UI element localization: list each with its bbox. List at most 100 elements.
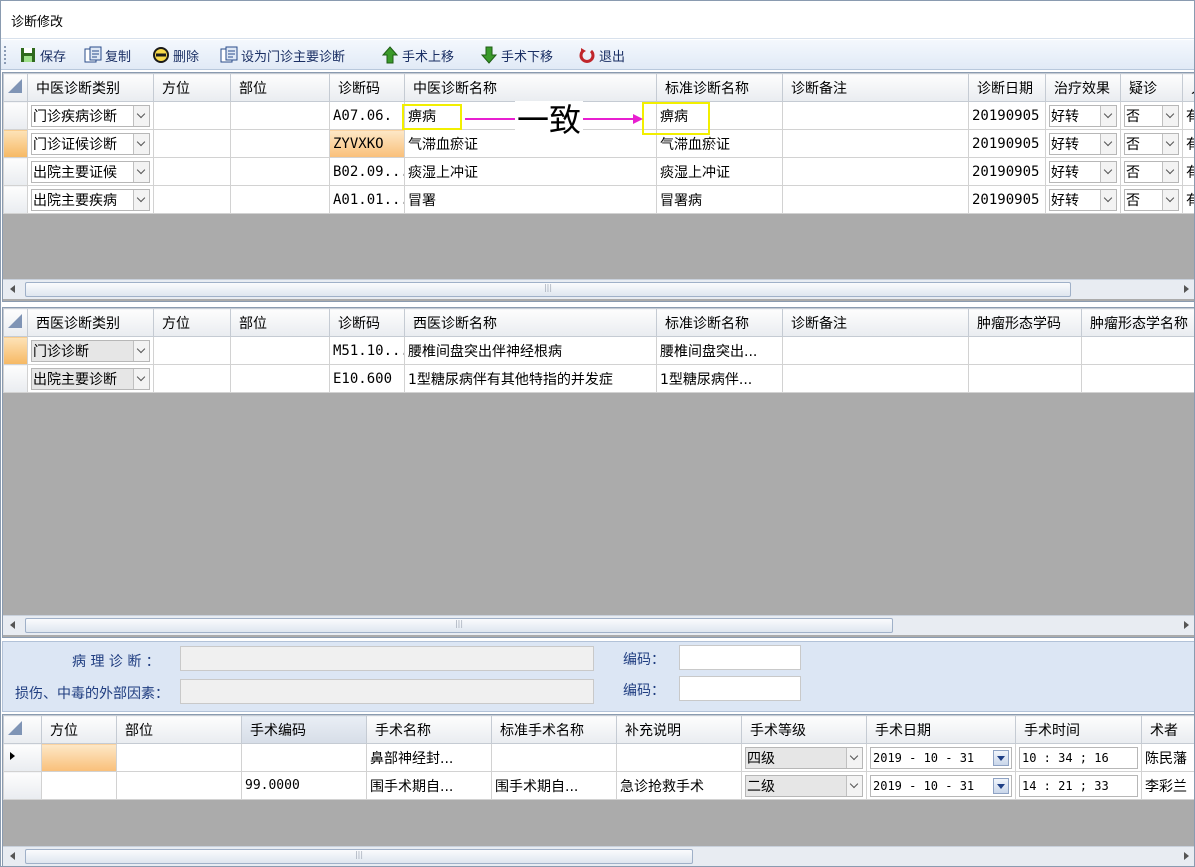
code-cell[interactable]: B02.09... [329,157,405,186]
column-header[interactable]: 治疗效果 [1045,73,1121,102]
surgery-time-cell[interactable]: 14 : 21 ; 33 [1015,771,1142,800]
suspect-dropdown[interactable]: 否 [1124,188,1179,211]
chevron-down-icon[interactable] [1162,161,1178,182]
surgery-time-cell[interactable]: 10 : 34 ; 16 [1015,743,1142,772]
date-cell[interactable]: 20190905 [968,129,1046,158]
pathology-code-input[interactable] [679,645,801,670]
table-row[interactable]: 门诊诊断 M51.10... 腰椎间盘突出伴神经根病 腰椎间盘突出... [3,336,1194,365]
chevron-down-icon[interactable] [1100,133,1116,154]
column-header[interactable]: 方位 [41,715,117,744]
code-cell[interactable]: ZYVXKO [329,129,405,158]
row-header[interactable] [3,336,28,365]
column-header[interactable]: 手术日期 [866,715,1016,744]
standard-name-cell[interactable]: 1型糖尿病伴... [656,364,783,393]
tcm-name-cell[interactable]: 痰湿上冲证 [404,157,657,186]
scroll-left-icon[interactable] [6,618,20,632]
site-cell[interactable] [230,364,330,393]
category-dropdown[interactable]: 门诊证候诊断 [31,132,150,155]
chevron-down-icon[interactable] [133,161,149,182]
category-dropdown[interactable]: 门诊诊断 [31,339,150,362]
level-cell[interactable]: 四级 [741,743,867,772]
effect-cell[interactable]: 好转 [1045,185,1121,214]
surgery-name-cell[interactable]: 围手术期自... [366,771,492,800]
suspect-cell[interactable]: 否 [1120,129,1183,158]
delete-button[interactable]: 删除 [152,44,199,66]
exit-button[interactable]: 退出 [578,44,625,66]
site-cell[interactable] [230,101,330,130]
category-dropdown[interactable]: 出院主要疾病 [31,188,150,211]
chevron-down-icon[interactable] [133,105,149,126]
code-cell[interactable]: A01.01... [329,185,405,214]
row-header[interactable] [3,771,42,800]
tumor-code-cell[interactable] [968,364,1082,393]
effect-cell[interactable]: 好转 [1045,101,1121,130]
column-header[interactable]: 标准诊断名称 [656,73,783,102]
effect-dropdown[interactable]: 好转 [1049,104,1117,127]
site-cell[interactable] [230,336,330,365]
wm-name-cell[interactable]: 1型糖尿病伴有其他特指的并发症 [404,364,657,393]
scroll-thumb[interactable] [25,282,1071,297]
effect-cell[interactable]: 好转 [1045,129,1121,158]
scroll-right-icon[interactable] [1179,282,1193,296]
chevron-down-icon[interactable] [1162,189,1178,210]
column-header[interactable]: 诊断日期 [968,73,1046,102]
category-dropdown[interactable]: 出院主要诊断 [31,367,150,390]
effect-dropdown[interactable]: 好转 [1049,132,1117,155]
select-all-corner[interactable] [3,308,28,337]
column-header[interactable]: 标准手术名称 [491,715,617,744]
column-header[interactable]: 诊断码 [329,73,405,102]
column-header[interactable]: 西医诊断类别 [27,308,154,337]
effect-dropdown[interactable]: 好转 [1049,188,1117,211]
wm-name-cell[interactable]: 腰椎间盘突出伴神经根病 [404,336,657,365]
extra-cell[interactable]: 有 [1182,157,1194,186]
standard-name-cell[interactable]: 痰湿上冲证 [656,157,783,186]
level-cell[interactable]: 二级 [741,771,867,800]
chevron-down-icon[interactable] [133,133,149,154]
suspect-dropdown[interactable]: 否 [1124,132,1179,155]
date-cell[interactable]: 20190905 [968,101,1046,130]
chevron-down-icon[interactable] [1162,105,1178,126]
orientation-cell[interactable] [153,129,231,158]
suspect-dropdown[interactable]: 否 [1124,160,1179,183]
suspect-cell[interactable]: 否 [1120,185,1183,214]
extra-cell[interactable]: 有 [1182,129,1194,158]
remark-cell[interactable] [782,129,969,158]
category-cell[interactable]: 门诊疾病诊断 [27,101,154,130]
orientation-cell[interactable] [153,157,231,186]
column-header[interactable]: 诊断备注 [782,73,969,102]
surgery-date-cell[interactable]: 2019 - 10 - 31 [866,743,1016,772]
category-cell[interactable]: 出院主要疾病 [27,185,154,214]
column-header[interactable]: 术者 [1141,715,1194,744]
chevron-down-icon[interactable] [846,747,862,768]
surgery-code-cell[interactable] [241,743,367,772]
column-header[interactable]: 手术时间 [1015,715,1142,744]
remark-cell[interactable] [782,336,969,365]
scroll-left-icon[interactable] [6,849,20,863]
table-row[interactable]: 门诊证候诊断 ZYVXKO 气滞血瘀证 气滞血瘀证 20190905 好转 否 … [3,129,1194,158]
row-header[interactable] [3,364,28,393]
table-row[interactable]: 鼻部神经封... 四级 2019 - 10 - 31 10 : 34 ; 16 … [3,743,1194,772]
surgery-time-input[interactable]: 14 : 21 ; 33 [1019,774,1138,797]
note-cell[interactable]: 急诊抢救手术 [616,771,742,800]
table-row[interactable]: 99.0000 围手术期自... 围手术期自... 急诊抢救手术 二级 2019… [3,771,1194,800]
category-dropdown[interactable]: 出院主要证候 [31,160,150,183]
chevron-down-icon[interactable] [133,368,149,389]
surgery-code-cell[interactable]: 99.0000 [241,771,367,800]
move-surgery-up-button[interactable]: 手术上移 [381,44,454,66]
table-row[interactable]: 出院主要疾病 A01.01... 冒署 冒署病 20190905 好转 否 有 [3,185,1194,214]
chevron-down-icon[interactable] [1100,189,1116,210]
scroll-thumb[interactable] [25,618,893,633]
tumor-name-cell[interactable] [1081,364,1194,393]
orientation-cell[interactable] [153,364,231,393]
suspect-dropdown[interactable]: 否 [1124,104,1179,127]
site-cell[interactable] [116,771,242,800]
category-cell[interactable]: 出院主要诊断 [27,364,154,393]
scroll-left-icon[interactable] [6,282,20,296]
site-cell[interactable] [116,743,242,772]
surgery-level-dropdown[interactable]: 四级 [745,746,863,769]
standard-name-cell[interactable]: 冒署病 [656,185,783,214]
column-header[interactable]: 部位 [230,308,330,337]
orientation-cell[interactable] [41,743,117,772]
remark-cell[interactable] [782,364,969,393]
code-cell[interactable]: M51.10... [329,336,405,365]
